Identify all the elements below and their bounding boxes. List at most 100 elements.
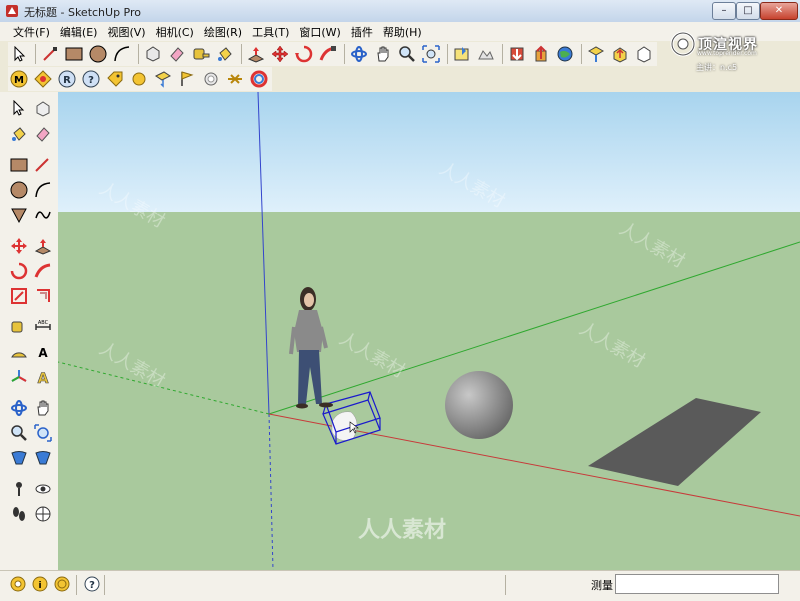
orbit-icon[interactable] xyxy=(8,397,30,419)
position-camera-icon[interactable] xyxy=(8,478,30,500)
select-icon[interactable] xyxy=(8,43,30,65)
extension-manager-icon[interactable] xyxy=(32,68,54,90)
share-model-icon[interactable] xyxy=(530,43,552,65)
help-icon[interactable]: ? xyxy=(80,68,102,90)
photo-textures-icon[interactable] xyxy=(633,43,655,65)
status-divider xyxy=(505,575,506,595)
get-models-icon[interactable] xyxy=(506,43,528,65)
rectangle-icon[interactable] xyxy=(8,154,30,176)
scene-canvas[interactable]: 人人素材 人人素材 人人素材 人人素材 人人素材 人人素材 人人素材 xyxy=(58,92,800,570)
weld-icon[interactable] xyxy=(224,68,246,90)
close-button[interactable]: ✕ xyxy=(760,2,798,20)
line-icon[interactable] xyxy=(32,154,54,176)
menu-help[interactable]: 帮助(H) xyxy=(378,24,427,40)
share-component-icon[interactable] xyxy=(609,43,631,65)
maximize-button[interactable]: □ xyxy=(736,2,760,20)
tag-icon[interactable] xyxy=(104,68,126,90)
geo-location-icon[interactable] xyxy=(10,576,26,592)
eraser-icon[interactable] xyxy=(166,43,188,65)
drawing-viewport[interactable]: 人人素材 人人素材 人人素材 人人素材 人人素材 人人素材 人人素材 xyxy=(58,92,800,570)
offset-icon[interactable] xyxy=(32,285,54,307)
follow-me-icon[interactable] xyxy=(32,260,54,282)
soften-icon[interactable] xyxy=(200,68,222,90)
menu-edit[interactable]: 编辑(E) xyxy=(55,24,103,40)
menu-draw[interactable]: 绘图(R) xyxy=(199,24,247,40)
scale-icon[interactable] xyxy=(8,285,30,307)
circle-icon[interactable] xyxy=(87,43,109,65)
axes-icon[interactable] xyxy=(8,366,30,388)
user-icon[interactable] xyxy=(54,576,70,592)
text-icon[interactable]: A xyxy=(32,341,54,363)
menu-view[interactable]: 视图(V) xyxy=(102,24,150,40)
credits-icon[interactable]: i xyxy=(32,576,48,592)
circle-icon[interactable] xyxy=(8,179,30,201)
zoom-extents-icon[interactable] xyxy=(420,43,442,65)
protractor-icon[interactable] xyxy=(8,341,30,363)
zoom-icon[interactable] xyxy=(396,43,418,65)
measurements-input[interactable] xyxy=(615,574,779,594)
menu-plugins[interactable]: 插件 xyxy=(346,24,378,40)
select-icon[interactable] xyxy=(8,98,30,120)
menu-file[interactable]: 文件(F) xyxy=(8,24,55,40)
paint-bucket-icon[interactable] xyxy=(214,43,236,65)
rotate-icon[interactable] xyxy=(293,43,315,65)
pan-icon[interactable] xyxy=(372,43,394,65)
instructor-help-icon[interactable]: ? xyxy=(84,576,100,592)
make-component-icon[interactable] xyxy=(142,43,164,65)
menu-window[interactable]: 窗口(W) xyxy=(294,24,345,40)
section-plane-icon[interactable] xyxy=(152,68,174,90)
3d-text-icon[interactable]: A xyxy=(32,366,54,388)
watermark-text: 人人素材 xyxy=(358,517,446,543)
ruby-console-icon[interactable]: M xyxy=(8,68,30,90)
orbit-icon[interactable] xyxy=(348,43,370,65)
look-around-icon[interactable] xyxy=(32,478,54,500)
zoom-window-icon[interactable] xyxy=(32,422,54,444)
secondary-toolbar: M R ? xyxy=(8,67,272,91)
zoom-icon[interactable] xyxy=(8,422,30,444)
add-location-icon[interactable] xyxy=(451,43,473,65)
left-toolbar: ABC A A xyxy=(0,92,58,570)
move-icon[interactable] xyxy=(269,43,291,65)
eraser-icon[interactable] xyxy=(32,123,54,145)
svg-text:?: ? xyxy=(88,75,94,86)
flag-icon[interactable] xyxy=(176,68,198,90)
previous-view-icon[interactable] xyxy=(32,447,54,469)
color-wheel-icon[interactable] xyxy=(248,68,270,90)
status-divider xyxy=(76,575,77,595)
minimize-button[interactable]: – xyxy=(712,2,736,20)
zoom-extents-icon[interactable] xyxy=(8,447,30,469)
toolbar-separator xyxy=(35,44,36,64)
dimension-icon[interactable]: ABC xyxy=(32,316,54,338)
section-plane-icon[interactable] xyxy=(32,503,54,525)
sphere[interactable] xyxy=(445,371,513,439)
toolbar-separator xyxy=(138,44,139,64)
line-icon[interactable] xyxy=(39,43,61,65)
walk-icon[interactable] xyxy=(8,503,30,525)
tape-measure-icon[interactable] xyxy=(8,316,30,338)
get-models-3d-icon[interactable] xyxy=(585,43,607,65)
make-component-icon[interactable] xyxy=(32,98,54,120)
pan-icon[interactable] xyxy=(32,397,54,419)
google-earth-icon[interactable] xyxy=(554,43,576,65)
paint-bucket-icon[interactable] xyxy=(8,123,30,145)
svg-text:?: ? xyxy=(89,580,95,591)
rectangle-icon[interactable] xyxy=(63,43,85,65)
main-toolbar xyxy=(8,42,657,66)
arc-icon[interactable] xyxy=(111,43,133,65)
freehand-icon[interactable] xyxy=(32,204,54,226)
render-icon[interactable]: R xyxy=(56,68,78,90)
sketchup-app-icon xyxy=(6,5,18,17)
sphere-icon[interactable] xyxy=(128,68,150,90)
push-pull-icon[interactable] xyxy=(32,235,54,257)
menu-tools[interactable]: 工具(T) xyxy=(247,24,294,40)
rotate-icon[interactable] xyxy=(8,260,30,282)
move-icon[interactable] xyxy=(8,235,30,257)
polygon-icon[interactable] xyxy=(8,204,30,226)
push-pull-icon[interactable] xyxy=(245,43,267,65)
menu-camera[interactable]: 相机(C) xyxy=(151,24,199,40)
tape-measure-icon[interactable] xyxy=(190,43,212,65)
follow-me-icon[interactable] xyxy=(317,43,339,65)
arc-icon[interactable] xyxy=(32,179,54,201)
svg-text:R: R xyxy=(63,75,71,86)
toggle-terrain-icon[interactable] xyxy=(475,43,497,65)
